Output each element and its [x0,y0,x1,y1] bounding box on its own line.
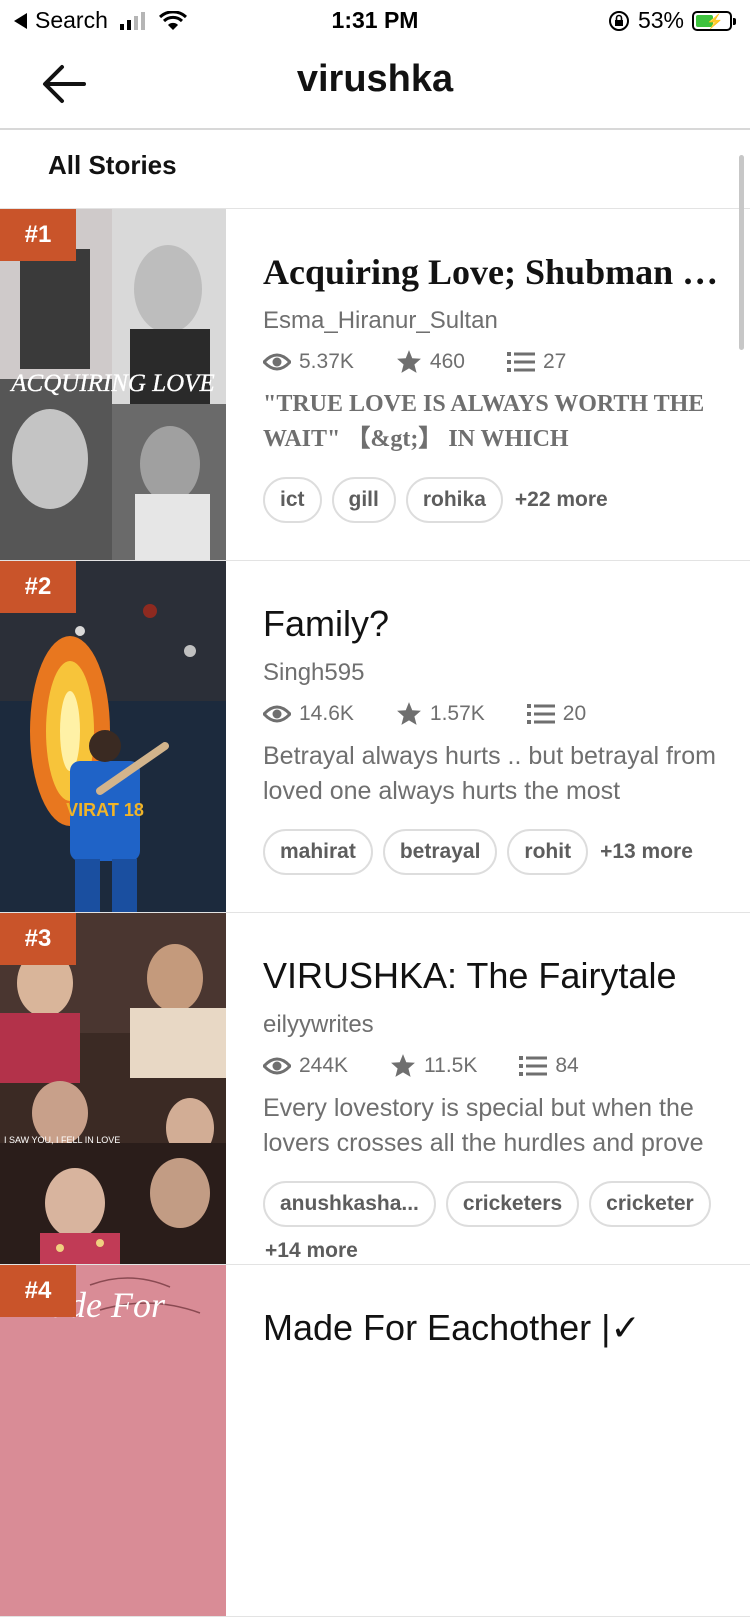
page-title: virushka [296,58,454,100]
parts-count: 84 [555,1053,579,1077]
cover-image: ACQUIRING LOVE [0,209,226,560]
more-tags-link[interactable]: +13 more [600,840,693,864]
rank-badge: #4 [0,1265,76,1317]
story-cover[interactable]: Made For #4 [0,1265,226,1616]
tag-chip[interactable]: anushkasha... [263,1181,436,1227]
votes-count: 1.57K [429,701,485,725]
parts-stat: 27 [506,349,567,374]
story-cover[interactable]: I SAW YOU, I FELL IN LOVE #3 [0,913,226,1264]
cover-image: Made For [0,1265,226,1616]
section-label: All Stories [48,150,177,180]
star-icon [396,702,421,725]
reads-count: 244K [299,1053,349,1077]
header: virushka [0,42,750,130]
reads-stat: 14.6K [263,702,354,726]
story-stats: 14.6K 1.57K 20 [263,701,628,726]
parts-stat: 84 [519,1053,579,1078]
story-stats: 5.37K 460 27 [263,349,608,374]
story-title[interactable]: Made For Eachother |✓ [263,1307,723,1349]
tag-chip[interactable]: betrayal [382,829,498,875]
parts-stat: 20 [526,701,587,726]
votes-stat: 1.57K [396,701,485,726]
reads-stat: 5.37K [263,350,354,374]
tag-chip[interactable]: rohit [507,829,589,875]
battery-percent: 53% [637,7,684,33]
cover-text: VIRAT 18 [66,800,144,820]
eye-icon [263,705,291,722]
tag-chip[interactable]: gill [331,477,396,523]
more-tags-link[interactable]: +14 more [265,1239,733,1263]
story-title[interactable]: Acquiring Love; Shubman Gill [263,251,723,293]
story-description: Every lovestory is special but when the … [263,1094,704,1157]
story-card[interactable]: I SAW YOU, I FELL IN LOVE #3 VIRUSHKA: T… [0,913,750,1265]
story-cover[interactable]: VIRAT 18 #2 [0,561,226,912]
story-author[interactable]: Singh595 [263,659,364,687]
more-tags-link[interactable]: +22 more [515,488,608,512]
story-cover[interactable]: ACQUIRING LOVE #1 [0,209,226,560]
cover-text: ACQUIRING LOVE [9,370,214,397]
battery-icon: ⚡ [692,10,736,31]
votes-count: 460 [429,349,465,373]
story-title[interactable]: Family? [263,603,723,645]
eye-icon [263,353,291,370]
status-bar: Search 1:31 PM 53% ⚡ [0,0,750,42]
rank-badge: #1 [0,209,76,261]
tag-chip[interactable]: cricketer [589,1181,711,1227]
votes-stat: 11.5K [390,1053,477,1078]
story-description: "TRUE LOVE IS ALWAYS WORTH THE WAIT" 【&g… [263,391,705,452]
parts-count: 20 [562,701,587,725]
rank-badge: #2 [0,561,76,613]
list-icon [519,1055,548,1076]
story-card[interactable]: ACQUIRING LOVE #1 Acquiring Love; Shubma… [0,209,750,561]
story-author[interactable]: Esma_Hiranur_Sultan [263,307,498,335]
votes-stat: 460 [396,349,465,374]
tag-list: ict gill rohika +22 more [263,477,733,523]
story-title[interactable]: VIRUSHKA: The Fairytale [263,955,723,997]
reads-count: 14.6K [299,701,354,725]
story-list: ACQUIRING LOVE #1 Acquiring Love; Shubma… [0,209,750,1617]
list-icon [506,351,535,372]
reads-stat: 244K [263,1054,348,1078]
story-stats: 244K 11.5K 84 [263,1053,621,1078]
tag-chip[interactable]: cricketers [445,1181,580,1227]
tag-list: anushkasha... cricketers cricketer +14 m… [263,1181,733,1263]
star-icon [396,350,421,373]
star-icon [391,1054,415,1077]
story-author[interactable]: eilyywrites [263,1011,374,1039]
reads-count: 5.37K [299,349,354,373]
cover-image: I SAW YOU, I FELL IN LOVE [0,913,226,1264]
votes-count: 11.5K [424,1053,478,1077]
cover-text: I SAW YOU, I FELL IN LOVE [4,1135,120,1145]
tag-chip[interactable]: mahirat [263,829,373,875]
cover-image: VIRAT 18 [0,561,226,912]
story-card[interactable]: Made For #4 Made For Eachother |✓ [0,1265,750,1617]
story-card[interactable]: VIRAT 18 #2 Family? Singh595 14.6K 1.57K… [0,561,750,913]
tag-list: mahirat betrayal rohit +13 more [263,829,733,875]
list-icon [526,703,555,724]
rank-badge: #3 [0,913,76,965]
parts-count: 27 [542,349,567,373]
status-bar-right: 53% ⚡ [608,7,736,34]
eye-icon [263,1057,291,1074]
tag-chip[interactable]: ict [263,477,322,523]
tag-chip[interactable]: rohika [405,477,503,523]
story-description: Betrayal always hurts .. but betrayal fr… [263,742,716,805]
orientation-lock-icon [608,10,629,31]
all-stories-section: All Stories [0,130,750,209]
